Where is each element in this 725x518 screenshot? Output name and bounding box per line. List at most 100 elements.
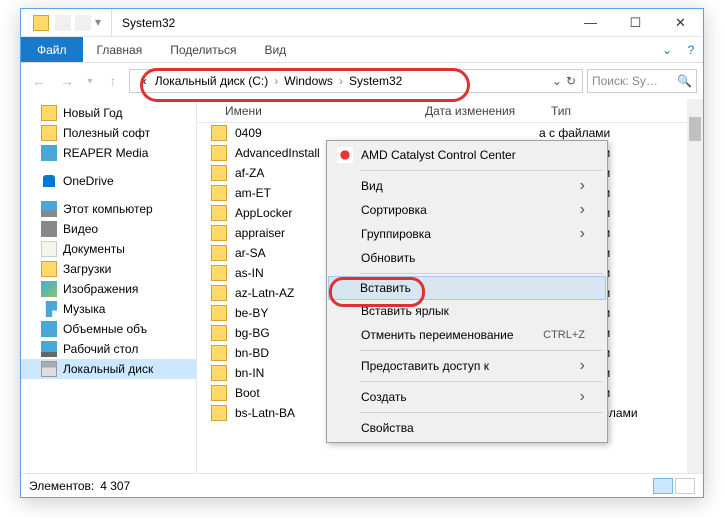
ctx-share[interactable]: Предоставить доступ к› [329,354,605,378]
qat-item[interactable] [75,15,91,31]
breadcrumb[interactable]: Windows [280,74,337,88]
tree-item[interactable]: Музыка [21,299,196,319]
folder-icon [211,145,227,161]
separator [359,350,603,351]
folder-icon [211,385,227,401]
tree-item-label: Рабочий стол [63,342,138,356]
mus-icon [41,301,57,317]
tree-item-label: REAPER Media [63,146,148,160]
view-icons-button[interactable] [675,478,695,494]
ctx-view[interactable]: Вид› [329,174,605,198]
tree-item[interactable]: Изображения [21,279,196,299]
folder-icon [33,15,49,31]
od-icon [41,173,57,189]
folder-icon [211,125,227,141]
tree-item[interactable]: Рабочий стол [21,339,196,359]
address-bar[interactable]: « Локальный диск (C:) › Windows › System… [129,69,583,93]
chevron-right-icon: › [580,357,585,375]
search-icon: 🔍 [677,74,692,88]
tree-item-label: Изображения [63,282,138,296]
tree-item-label: Полезный софт [63,126,150,140]
chevron-right-icon: › [580,225,585,243]
help-icon[interactable]: ? [679,37,703,62]
status-count: 4 307 [100,479,130,493]
tree-item[interactable]: Документы [21,239,196,259]
quick-access-toolbar: ▾ [27,9,112,36]
cell-type: а с файлами [539,126,703,140]
chevron-down-icon[interactable]: ▾ [95,15,105,31]
tree-item-label: Новый Год [63,106,122,120]
tab-home[interactable]: Главная [83,37,157,62]
ctx-amd[interactable]: AMD Catalyst Control Center [329,143,605,167]
nav-back-button[interactable]: ← [27,69,51,93]
separator [359,273,603,274]
context-menu: AMD Catalyst Control Center Вид› Сортиро… [326,140,608,443]
tab-share[interactable]: Поделиться [156,37,250,62]
nav-tree[interactable]: Новый Год Полезный софт REAPER Media OneDri… [21,99,197,473]
nav-up-button[interactable]: ↑ [101,69,125,93]
ctx-paste[interactable]: Вставить [328,276,606,300]
col-type[interactable]: Тип [543,104,703,118]
qat-item[interactable] [55,15,71,31]
tree-item[interactable]: Этот компьютер [21,199,196,219]
column-headers: Имени Дата изменения Тип [197,99,703,123]
nav-forward-button[interactable]: → [55,69,79,93]
tree-item[interactable]: Полезный софт [21,123,196,143]
folder-icon [41,105,57,121]
title-bar: ▾ System32 — ☐ ✕ [21,9,703,37]
drive-icon [41,361,57,377]
folder-icon [211,205,227,221]
tree-item-label: Загрузки [63,262,111,276]
view-details-button[interactable] [653,478,673,494]
search-placeholder: Поиск: Sy… [592,74,658,88]
folder-icon [211,265,227,281]
folder-icon [211,325,227,341]
ctx-undo-rename[interactable]: Отменить переименованиеCTRL+Z [329,323,605,347]
file-tab[interactable]: Файл [21,37,83,62]
folder-icon [41,261,57,277]
tree-item[interactable]: Видео [21,219,196,239]
ctx-refresh[interactable]: Обновить [329,246,605,270]
address-dropdown-icon[interactable]: ⌄ [552,74,562,88]
chevron-right-icon[interactable]: › [272,74,280,88]
address-row: ← → ▾ ↑ « Локальный диск (C:) › Windows … [21,63,703,99]
nav-history-button[interactable]: ▾ [83,69,97,93]
ctx-sort[interactable]: Сортировка› [329,198,605,222]
tree-item-label: Видео [63,222,98,236]
vertical-scrollbar[interactable] [687,99,703,473]
tab-view[interactable]: Вид [250,37,300,62]
view-switcher [653,478,695,494]
col-date[interactable]: Дата изменения [417,104,543,118]
search-input[interactable]: Поиск: Sy… 🔍 [587,69,697,93]
cube-icon [41,321,57,337]
folder-icon [211,225,227,241]
minimize-button[interactable]: — [568,9,613,37]
tree-item[interactable]: REAPER Media [21,143,196,163]
ctx-group[interactable]: Группировка› [329,222,605,246]
ctx-new[interactable]: Создать› [329,385,605,409]
tree-item[interactable]: Загрузки [21,259,196,279]
tree-item-label: Объемные объ [63,322,147,336]
breadcrumb[interactable]: System32 [345,74,406,88]
maximize-button[interactable]: ☐ [613,9,658,37]
ctx-properties[interactable]: Свойства [329,416,605,440]
breadcrumb[interactable]: Локальный диск (C:) [151,74,273,88]
col-name[interactable]: Имени [217,104,417,118]
refresh-icon[interactable]: ↻ [566,74,576,88]
ribbon-tabs: Файл Главная Поделиться Вид ⌄ ? [21,37,703,63]
tree-item[interactable]: Объемные объ [21,319,196,339]
tree-item[interactable]: Локальный диск [21,359,196,379]
cell-name: 0409 [235,126,413,140]
scroll-thumb[interactable] [689,117,701,141]
chevron-right-icon[interactable]: › [337,74,345,88]
tree-item-label: Этот компьютер [63,202,153,216]
tree-item-label: Музыка [63,302,105,316]
folder-icon [211,165,227,181]
pc-icon [41,201,57,217]
expand-ribbon-icon[interactable]: ⌄ [655,37,679,62]
tree-item-label: OneDrive [63,174,114,188]
tree-item[interactable]: Новый Год [21,103,196,123]
tree-item[interactable]: OneDrive [21,171,196,191]
ctx-paste-shortcut[interactable]: Вставить ярлык [329,299,605,323]
close-button[interactable]: ✕ [658,9,703,37]
